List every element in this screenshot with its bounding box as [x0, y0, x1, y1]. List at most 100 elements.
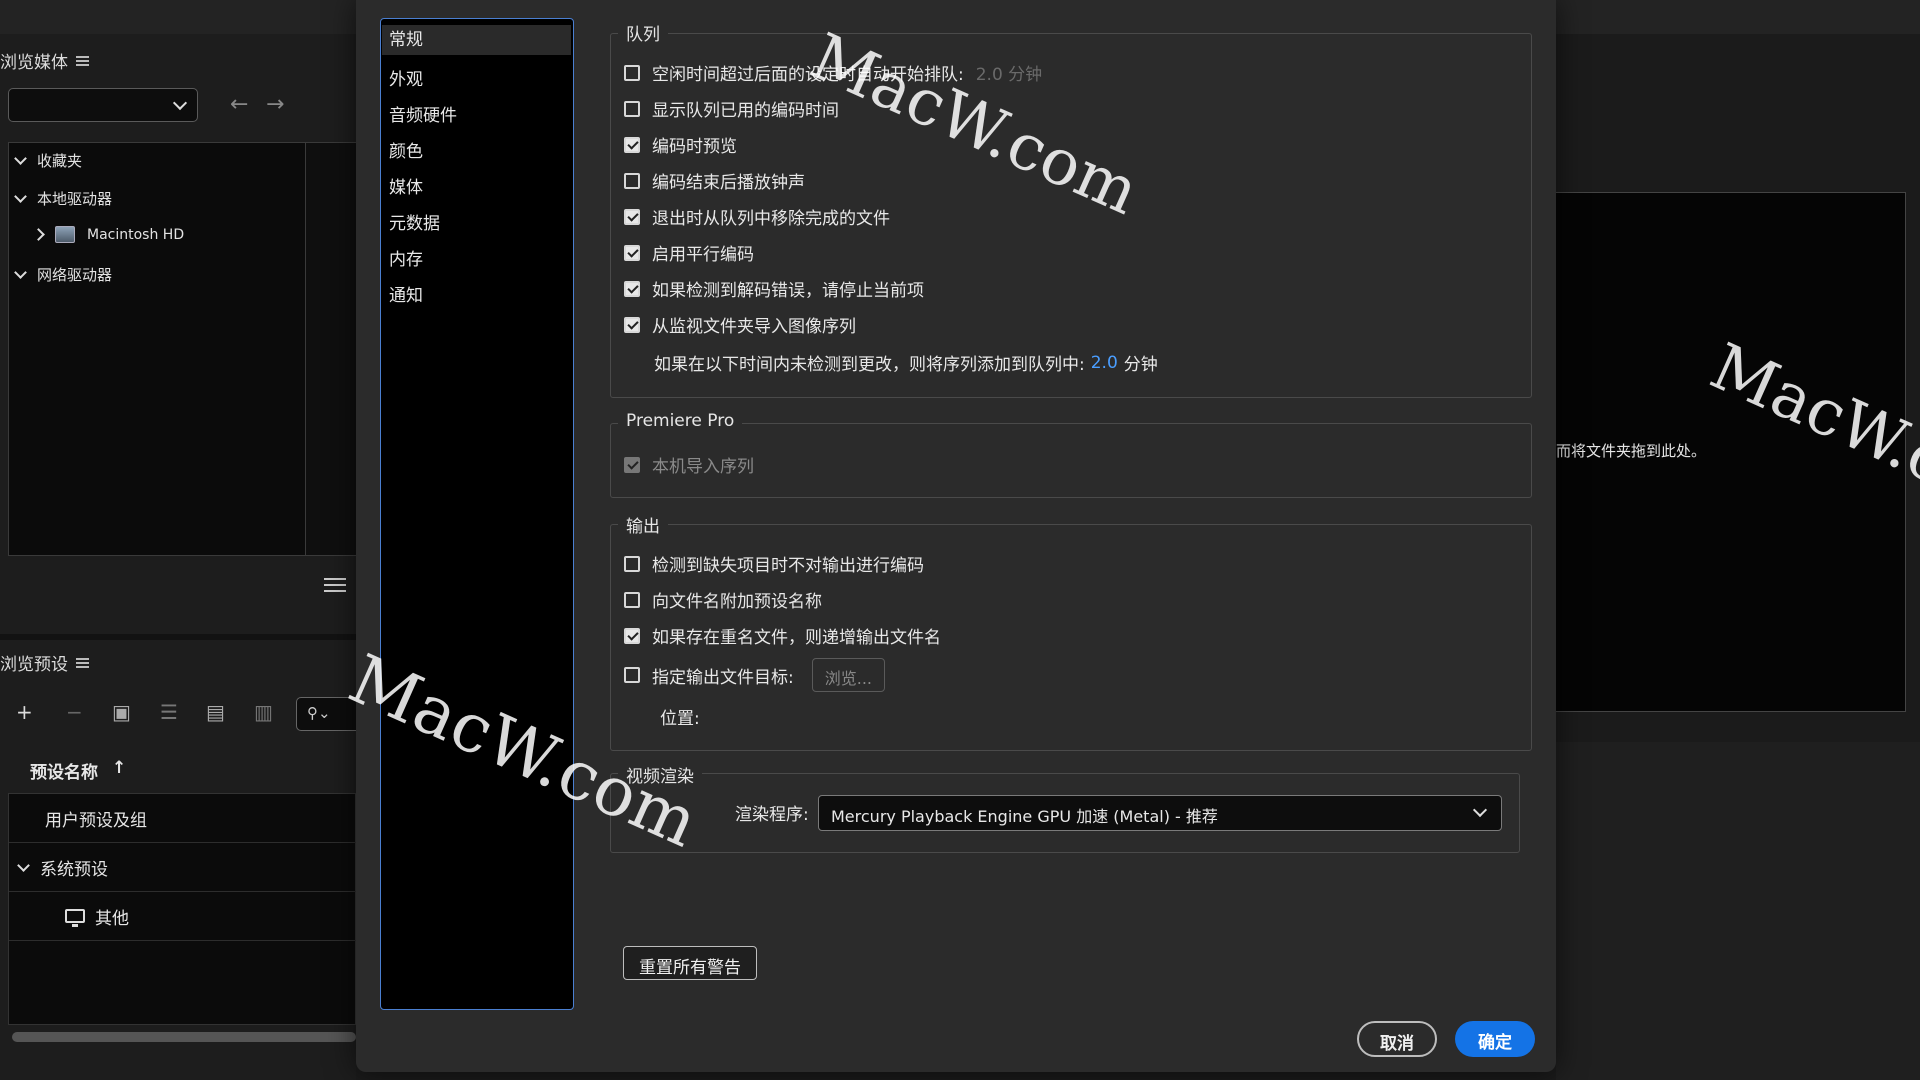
nav-item-memory[interactable]: 内存	[389, 245, 423, 270]
tree-item-macintosh-hd[interactable]: Macintosh HD	[32, 226, 185, 243]
preferences-nav: 常规 外观 音频硬件 颜色 媒体 元数据 内存 通知	[380, 18, 574, 1010]
renderer-label: 渲染程序:	[735, 805, 809, 825]
ok-button[interactable]: 确定	[1455, 1021, 1535, 1057]
option-label: 检测到缺失项目时不对输出进行编码	[652, 556, 924, 576]
browse-button[interactable]: 浏览...	[811, 658, 885, 692]
tree-item-label: 本地驱动器	[37, 190, 113, 208]
location-label: 位置:	[660, 709, 700, 729]
option-parallel-encoding[interactable]: 启用平行编码	[624, 240, 754, 265]
option-label: 编码结束后播放钟声	[652, 173, 805, 193]
preset-row-user[interactable]: 用户预设及组	[9, 794, 357, 843]
horizontal-scrollbar[interactable]	[12, 1032, 356, 1042]
nav-item-appearance[interactable]: 外观	[389, 65, 423, 90]
preset-row-system[interactable]: 系统预设	[9, 843, 357, 892]
option-auto-start-queue[interactable]: 空闲时间超过后面的设定时自动开始排队: 2.0 分钟	[624, 60, 1042, 85]
tree-item-label: 收藏夹	[37, 152, 83, 170]
preset-settings-icon[interactable]: ☰	[160, 700, 178, 724]
renderer-dropdown[interactable]: Mercury Playback Engine GPU 加速 (Metal) -…	[818, 795, 1502, 831]
option-label: 空闲时间超过后面的设定时自动开始排队:	[652, 65, 964, 85]
preset-row-label: 其他	[95, 908, 129, 929]
option-remove-completed[interactable]: 退出时从队列中移除完成的文件	[624, 204, 890, 229]
checkbox[interactable]	[624, 591, 640, 608]
option-show-elapsed-time[interactable]: 显示队列已用的编码时间	[624, 96, 839, 121]
option-stop-on-decode-error[interactable]: 如果检测到解码错误，请停止当前项	[624, 276, 924, 301]
watch-folder-delay: 如果在以下时间内未检测到更改，则将序列添加到队列中: 2.0 分钟	[654, 350, 1158, 376]
checkbox[interactable]	[624, 172, 640, 189]
remove-preset-icon[interactable]: −	[66, 700, 83, 724]
monitor-icon	[65, 909, 85, 927]
nav-item-notifications[interactable]: 通知	[389, 281, 423, 306]
browse-media-title-label: 浏览媒体	[0, 53, 68, 73]
checkbox[interactable]	[624, 64, 640, 81]
chevron-down-icon[interactable]	[17, 858, 30, 872]
tree-item-network-drives[interactable]: 网络驱动器	[14, 264, 112, 285]
chevron-down-icon[interactable]	[14, 266, 27, 279]
option-label: 编码时预览	[652, 137, 737, 157]
option-label: 向文件名附加预设名称	[652, 592, 822, 612]
option-label: 从监视文件夹导入图像序列	[652, 317, 856, 337]
option-label: 显示队列已用的编码时间	[652, 101, 839, 121]
option-import-image-sequences[interactable]: 从监视文件夹导入图像序列	[624, 312, 856, 337]
preset-search-input[interactable]: ⚲⌄	[296, 697, 356, 731]
checkbox[interactable]	[624, 100, 640, 117]
nav-item-media[interactable]: 媒体	[389, 173, 423, 198]
nav-item-metadata[interactable]: 元数据	[389, 209, 440, 234]
output-location: 位置:	[660, 704, 700, 729]
chevron-down-icon[interactable]	[14, 152, 27, 165]
export-preset-icon[interactable]: ▥	[254, 700, 273, 724]
chevron-right-icon[interactable]	[32, 228, 45, 241]
tree-item-local-drives[interactable]: 本地驱动器	[14, 188, 113, 209]
nav-item-audio-hardware[interactable]: 音频硬件	[389, 101, 457, 126]
checkbox[interactable]	[624, 667, 640, 683]
checkbox[interactable]	[624, 627, 640, 644]
drive-dropdown[interactable]	[8, 88, 198, 122]
queue-group-title: 队列	[618, 20, 668, 45]
forward-arrow-icon[interactable]: →	[266, 92, 284, 117]
option-label: 启用平行编码	[652, 245, 754, 265]
preset-name-column-header[interactable]: 预设名称 ↑	[30, 758, 126, 783]
option-label: 指定输出文件目标:	[652, 667, 794, 688]
video-render-group-title: 视频渲染	[618, 762, 702, 787]
panel-menu-icon[interactable]	[76, 55, 89, 66]
watch-delay-unit: 分钟	[1123, 355, 1158, 375]
idle-time-value[interactable]: 2.0 分钟	[976, 60, 1042, 85]
search-icon: ⚲⌄	[307, 704, 331, 722]
option-label: 如果存在重名文件，则递增输出文件名	[652, 628, 941, 648]
nav-item-color[interactable]: 颜色	[389, 137, 423, 162]
option-play-chime[interactable]: 编码结束后播放钟声	[624, 168, 805, 193]
add-preset-icon[interactable]: +	[16, 700, 33, 724]
checkbox[interactable]	[624, 316, 640, 333]
chevron-down-icon	[172, 95, 188, 111]
browse-media-title[interactable]: 浏览媒体	[0, 48, 89, 73]
sort-ascending-icon: ↑	[112, 758, 127, 778]
option-preview-while-encoding[interactable]: 编码时预览	[624, 132, 737, 157]
preset-row-other[interactable]: 其他	[9, 892, 357, 941]
lower-right-panel	[1556, 742, 1920, 1080]
option-append-preset-name[interactable]: 向文件名附加预设名称	[624, 587, 822, 612]
tree-item-label: Macintosh HD	[87, 226, 185, 243]
import-preset-icon[interactable]: ▤	[206, 700, 225, 724]
option-increment-filename[interactable]: 如果存在重名文件，则递增输出文件名	[624, 623, 941, 648]
new-group-icon[interactable]: ▣	[112, 700, 131, 724]
back-arrow-icon[interactable]: ←	[230, 92, 248, 117]
nav-item-general[interactable]: 常规	[382, 25, 571, 55]
option-skip-missing-items[interactable]: 检测到缺失项目时不对输出进行编码	[624, 551, 924, 576]
option-label: 如果检测到解码错误，请停止当前项	[652, 281, 924, 301]
browse-presets-title[interactable]: 浏览预设	[0, 650, 89, 675]
watch-delay-text: 如果在以下时间内未检测到更改，则将序列添加到队列中:	[654, 355, 1085, 375]
preset-row-label: 用户预设及组	[45, 810, 147, 831]
checkbox[interactable]	[624, 136, 640, 153]
cancel-button[interactable]: 取消	[1357, 1021, 1437, 1057]
list-view-icon[interactable]	[324, 578, 346, 594]
checkbox[interactable]	[624, 555, 640, 572]
watch-delay-value[interactable]: 2.0	[1091, 353, 1118, 373]
tree-item-favorites[interactable]: 收藏夹	[14, 150, 83, 171]
checkbox	[624, 456, 640, 473]
chevron-down-icon[interactable]	[14, 190, 27, 203]
checkbox[interactable]	[624, 244, 640, 261]
panel-menu-icon[interactable]	[76, 657, 89, 668]
checkbox[interactable]	[624, 208, 640, 225]
reset-all-warnings-button[interactable]: 重置所有警告	[623, 946, 757, 980]
option-specify-output-destination[interactable]: 指定输出文件目标: 浏览...	[624, 658, 885, 692]
checkbox[interactable]	[624, 280, 640, 297]
